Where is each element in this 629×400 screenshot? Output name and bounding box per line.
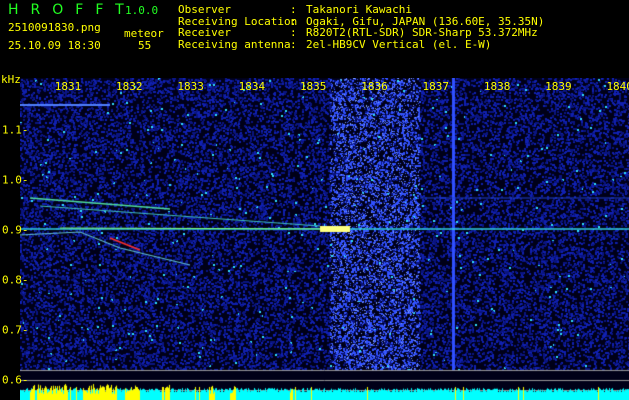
- y-tick-label: 0.7-: [2, 323, 29, 337]
- y-unit-label: kHz: [1, 73, 21, 86]
- x-tick-label: 1834: [238, 80, 266, 93]
- x-tick-label: 1840: [606, 80, 629, 93]
- filename: 2510091830.png: [8, 21, 101, 34]
- x-tick-label: 1839: [545, 80, 572, 93]
- y-tick-label: 0.6-: [2, 373, 29, 387]
- info-value: 2el-HB9CV Vertical (el. E-W): [306, 37, 492, 51]
- x-tick-label: 1833: [177, 80, 204, 93]
- y-tick-label: 0.8-: [2, 273, 29, 287]
- spectrogram: [20, 78, 629, 400]
- x-tick-label: 1832: [116, 80, 143, 93]
- info-colon: :: [290, 37, 297, 51]
- info-label: Receiving antenna: [178, 37, 291, 51]
- x-tick-label: 1836: [361, 80, 388, 93]
- x-tick-label: 1838: [483, 80, 511, 93]
- app-version: 1.0.0: [125, 4, 159, 17]
- x-tick-label: 1835: [299, 80, 327, 93]
- meteor-count: 55: [138, 39, 152, 52]
- x-tick-label: 1831: [54, 80, 82, 93]
- datetime: 25.10.09 18:30: [8, 39, 101, 52]
- y-tick-label: 0.9-: [2, 223, 29, 237]
- app-logo: HROFFT: [8, 2, 136, 18]
- x-tick-label: 1837: [422, 80, 450, 93]
- y-tick-label: 1.0-: [2, 173, 29, 187]
- y-tick-label: 1.1-: [2, 123, 29, 137]
